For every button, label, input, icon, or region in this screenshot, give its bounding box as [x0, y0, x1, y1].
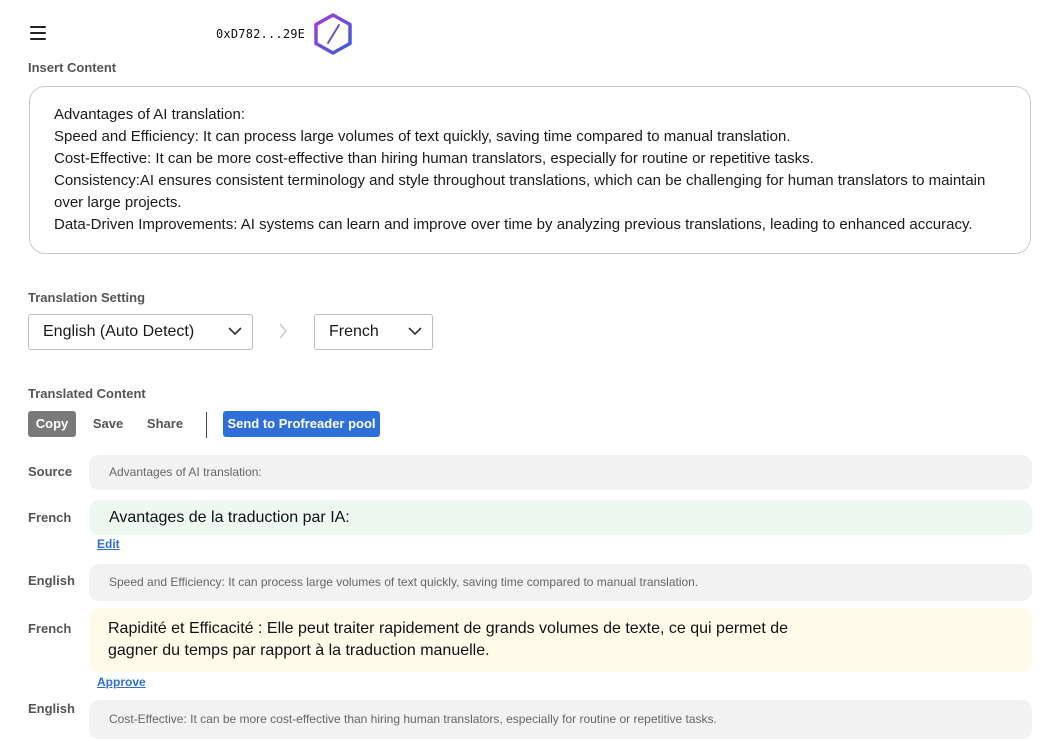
target-language-select[interactable]: French — [314, 314, 433, 350]
row-label-source: Source — [28, 464, 73, 479]
save-button[interactable]: Save — [86, 411, 130, 437]
translation-text-row[interactable]: Rapidité et Efficacité : Elle peut trait… — [89, 608, 1032, 672]
insert-line: Data-Driven Improvements: AI systems can… — [54, 216, 973, 233]
menu-icon[interactable] — [30, 26, 46, 40]
chevron-down-icon — [408, 327, 422, 336]
logo-icon — [314, 13, 352, 55]
source-text-row: Advantages of AI translation: — [89, 455, 1032, 490]
share-button[interactable]: Share — [141, 411, 189, 437]
wallet-address[interactable]: 0xD782...29E — [216, 27, 305, 41]
send-to-profreader-pool-button[interactable]: Send to Profreader pool — [223, 411, 380, 437]
insert-line: Speed and Efficiency: It can process lar… — [54, 128, 791, 145]
source-text-row: Cost-Effective: It can be more cost-effe… — [89, 700, 1032, 739]
translated-content-label: Translated Content — [28, 386, 146, 401]
insert-line: Advantages of AI translation: — [54, 106, 245, 123]
insert-line: Cost-Effective: It can be more cost-effe… — [54, 150, 814, 167]
chevron-down-icon — [228, 327, 242, 336]
row-label-english: English — [28, 701, 75, 716]
translation-line: Rapidité et Efficacité : Elle peut trait… — [108, 620, 789, 637]
approve-link[interactable]: Approve — [97, 675, 146, 689]
chevron-right-icon — [279, 323, 287, 339]
row-label-english: English — [28, 573, 75, 588]
row-label-french: French — [28, 510, 72, 525]
target-language-value: French — [329, 323, 379, 340]
row-label-french: French — [28, 621, 72, 636]
translation-text-row[interactable]: Avantages de la traduction par IA: — [89, 500, 1032, 535]
source-text-row: Speed and Efficiency: It can process lar… — [89, 564, 1032, 601]
translation-setting-label: Translation Setting — [28, 290, 146, 305]
translation-line: gagner du temps par rapport à la traduct… — [108, 642, 490, 659]
insert-line: Consistency:AI ensures consistent termin… — [54, 172, 986, 211]
toolbar-divider — [206, 412, 207, 438]
source-language-select[interactable]: English (Auto Detect) — [28, 314, 253, 350]
insert-content-textarea[interactable]: Advantages of AI translation: Speed and … — [29, 86, 1031, 254]
edit-link[interactable]: Edit — [97, 537, 120, 551]
copy-button[interactable]: Copy — [28, 411, 76, 437]
top-bar: 0xD782...29E — [0, 0, 1061, 60]
source-language-value: English (Auto Detect) — [43, 323, 195, 340]
insert-content-label: Insert Content — [28, 60, 117, 75]
